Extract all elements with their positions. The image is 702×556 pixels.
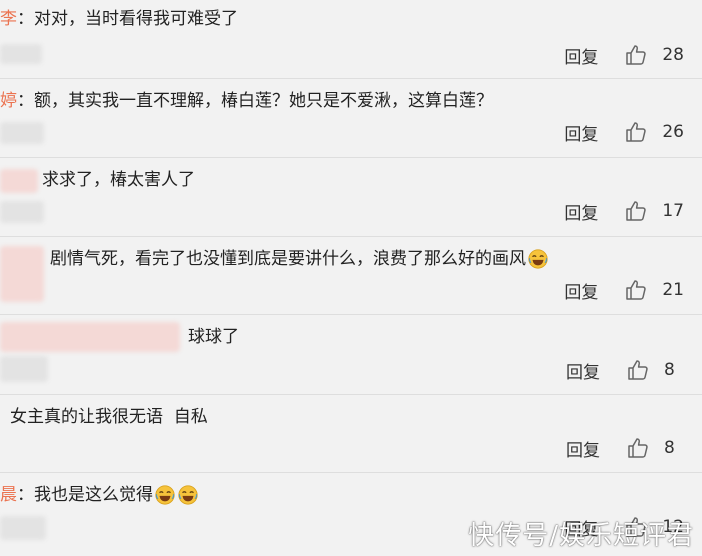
divider	[0, 236, 702, 237]
laugh-cry-emoji-icon	[528, 249, 548, 269]
reply-button[interactable]: 回复	[564, 278, 598, 303]
comment-actions: 回复 17	[564, 198, 684, 224]
comment-actions: 回复 8	[566, 435, 684, 461]
comment-text-line: 球球了	[188, 318, 239, 356]
comment-item: 女主真的让我很无语 自私 回复 8	[0, 398, 702, 476]
comment-actions: 回复 8	[566, 357, 684, 383]
comment-username[interactable]: 晨	[0, 485, 17, 505]
blurred-username	[0, 322, 180, 352]
blurred-timestamp	[0, 201, 44, 223]
divider	[0, 394, 702, 395]
divider	[0, 314, 702, 315]
laugh-cry-emoji-icon	[178, 485, 198, 505]
comment-text: 剧情气死，看完了也没懂到底是要讲什么，浪费了那么好的画风	[50, 249, 526, 269]
divider	[0, 78, 702, 79]
thumbs-up-icon	[626, 280, 647, 300]
comment-text-line: 李：对对，当时看得我可难受了	[0, 9, 238, 29]
reply-button[interactable]: 回复	[564, 199, 598, 224]
like-count: 8	[664, 360, 675, 380]
comment-text-line: 剧情气死，看完了也没懂到底是要讲什么，浪费了那么好的画风	[50, 240, 549, 278]
thumbs-up-icon	[628, 438, 648, 458]
like-count: 26	[662, 122, 684, 142]
comment-username[interactable]: 李	[0, 9, 17, 29]
reply-button[interactable]: 回复	[566, 436, 600, 461]
like-count: 28	[662, 45, 684, 65]
like-button[interactable]: 28	[624, 43, 684, 67]
comment-text: 球球了	[188, 327, 239, 347]
blurred-timestamp	[0, 44, 42, 64]
laugh-cry-emoji-icon	[155, 485, 175, 505]
watermark-text: 快传号/娱乐短评君	[468, 521, 694, 551]
like-button[interactable]: 8	[626, 436, 684, 460]
thumbs-up-icon	[626, 201, 647, 221]
thumbs-up-icon	[626, 45, 647, 65]
reply-button[interactable]: 回复	[566, 358, 600, 383]
blurred-username	[0, 169, 38, 193]
comment-text: 求求了，椿太害人了	[42, 170, 195, 190]
blurred-timestamp	[0, 516, 46, 540]
comment-text: 对对，当时看得我可难受了	[34, 9, 238, 29]
comment-actions: 回复 26	[564, 119, 684, 145]
comment-text-line: 晨：我也是这么觉得	[0, 476, 199, 514]
like-count: 17	[662, 201, 684, 221]
comment-actions: 回复 21	[564, 277, 684, 303]
comment-text: 女主真的让我很无语 自私	[10, 407, 208, 427]
reply-button[interactable]: 回复	[564, 43, 598, 68]
like-count: 21	[662, 280, 684, 300]
comment-item: 求求了，椿太害人了 回复 17	[0, 161, 702, 239]
like-button[interactable]: 17	[624, 199, 684, 223]
blurred-timestamp	[0, 122, 44, 144]
thumbs-up-icon	[628, 360, 648, 380]
comment-item: 婷：额，其实我一直不理解，椿白莲？她只是不爱湫，这算白莲？ 回复 26	[0, 82, 702, 160]
comment-item: 球球了 回复 8	[0, 318, 702, 398]
comment-actions: 回复 28	[564, 42, 684, 68]
like-button[interactable]: 26	[624, 120, 684, 144]
comment-item: 李：对对，当时看得我可难受了 回复 28	[0, 0, 702, 78]
comment-item: 剧情气死，看完了也没懂到底是要讲什么，浪费了那么好的画风 回复 21	[0, 240, 702, 318]
comment-text: 额，其实我一直不理解，椿白莲？她只是不爱湫，这算白莲？	[34, 91, 493, 111]
thumbs-up-icon	[626, 122, 647, 142]
blurred-timestamp	[0, 356, 48, 382]
like-count: 8	[664, 438, 675, 458]
comment-text-line: 求求了，椿太害人了	[42, 161, 195, 199]
comment-text-line: 女主真的让我很无语 自私	[10, 398, 208, 436]
like-button[interactable]: 8	[626, 358, 684, 382]
comment-text-line: 婷：额，其实我一直不理解，椿白莲？她只是不爱湫，这算白莲？	[0, 91, 493, 111]
divider	[0, 157, 702, 158]
comment-text: 我也是这么觉得	[34, 485, 153, 505]
reply-button[interactable]: 回复	[564, 120, 598, 145]
blurred-username	[0, 246, 44, 302]
divider	[0, 472, 702, 473]
like-button[interactable]: 21	[624, 278, 684, 302]
comment-username[interactable]: 婷	[0, 91, 17, 111]
